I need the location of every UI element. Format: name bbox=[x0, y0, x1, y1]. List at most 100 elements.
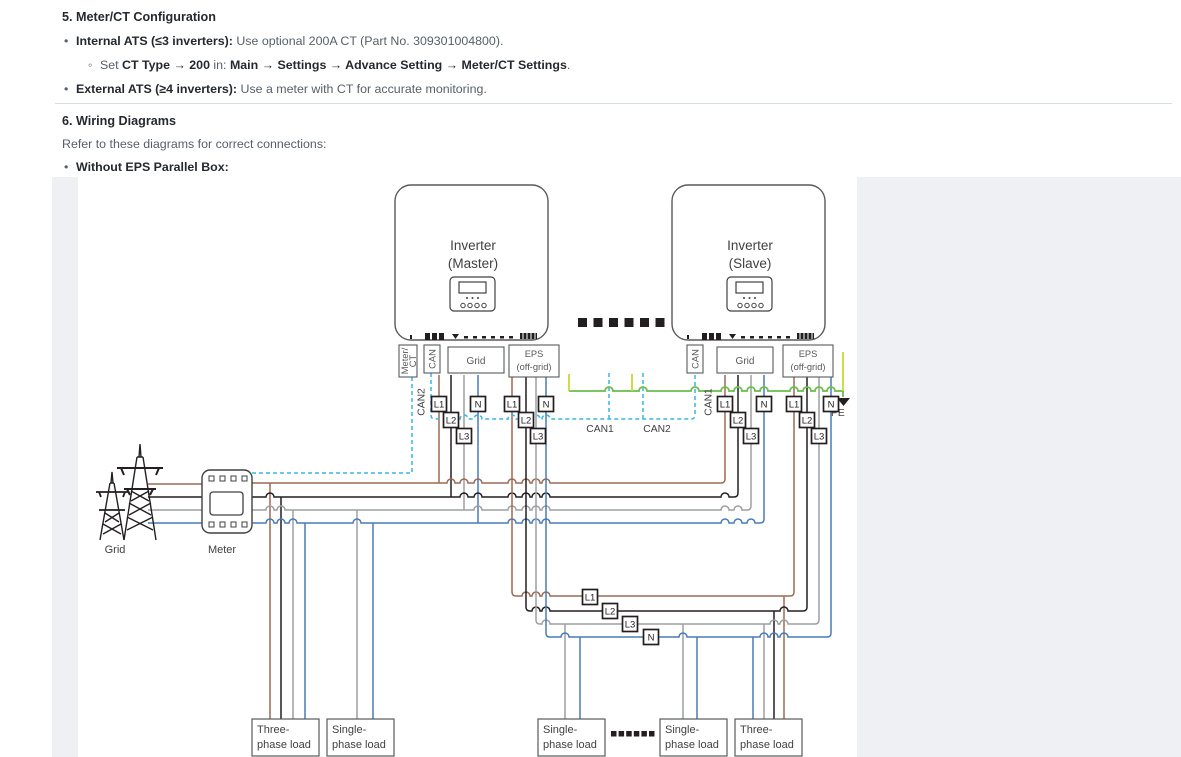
port-eps-slave-label-1: EPS bbox=[799, 349, 818, 359]
port-can-slave-label: CAN bbox=[691, 349, 701, 369]
wire-tag-label-l2: L2 bbox=[446, 416, 457, 427]
inverter-display-icon bbox=[727, 277, 772, 311]
ellipsis-dot bbox=[649, 731, 655, 737]
load-label-line1: Single- bbox=[665, 724, 700, 736]
terminal-mark bbox=[482, 336, 486, 339]
section-6-heading: 6. Wiring Diagrams bbox=[62, 115, 176, 128]
terminal-mark bbox=[425, 333, 430, 340]
wire-tag-label-l2: L2 bbox=[521, 416, 532, 427]
wire-tag-label-n: N bbox=[761, 400, 768, 411]
load-label-line2: phase load bbox=[543, 739, 597, 751]
bullet-icon: • bbox=[64, 35, 76, 47]
wire-tag-label-l3: L3 bbox=[625, 620, 636, 631]
figure-gutter-right bbox=[857, 177, 1181, 757]
load-label-line1: Three- bbox=[257, 724, 290, 736]
terminal-mark bbox=[786, 336, 790, 339]
ellipsis-dot bbox=[578, 318, 587, 327]
port-grid-slave-label: Grid bbox=[736, 356, 755, 367]
wire-tag-label-l1: L1 bbox=[585, 593, 596, 604]
load-label-line2: phase load bbox=[257, 739, 311, 751]
terminal-mark bbox=[509, 336, 513, 339]
wires-layer bbox=[148, 352, 843, 719]
inverter-slave-label-line2: (Slave) bbox=[729, 256, 772, 271]
meter-caption: Meter bbox=[208, 544, 236, 556]
can1-label: CAN1 bbox=[586, 424, 614, 435]
list-item: • Without EPS Parallel Box: bbox=[64, 161, 229, 173]
inverter-master-label-line1: Inverter bbox=[450, 238, 496, 253]
ellipsis-dot bbox=[619, 731, 625, 737]
ellipsis-dot bbox=[625, 318, 634, 327]
wire-tag-label-n: N bbox=[475, 400, 482, 411]
inverter-master-label-line2: (Master) bbox=[448, 256, 498, 271]
inverter-slave-label-line1: Inverter bbox=[727, 238, 773, 253]
sub-list-item: ◦ Set CT Type → 200 in: Main → Settings … bbox=[88, 59, 570, 71]
terminal-mark bbox=[777, 336, 781, 339]
port-can-master-label: CAN bbox=[428, 349, 438, 369]
bullet-icon: • bbox=[64, 161, 76, 173]
can1-vertical-label: CAN1 bbox=[704, 388, 715, 416]
wire-tag-label-l2: L2 bbox=[733, 416, 744, 427]
port-eps-slave-label-2: (off-grid) bbox=[791, 362, 826, 372]
meter-ct-comm-line bbox=[252, 377, 412, 473]
load-label-line1: Three- bbox=[740, 724, 773, 736]
list-item-text: Without EPS Parallel Box: bbox=[76, 161, 229, 173]
terminal-mark bbox=[716, 333, 721, 340]
wiring-diagram: Inverter (Master) Inverter (Slave) Meter… bbox=[78, 177, 857, 757]
meter-icon bbox=[202, 470, 252, 533]
wire-tag-label-l2: L2 bbox=[802, 416, 813, 427]
list-item-text: External ATS (≥4 inverters): Use a meter… bbox=[76, 83, 487, 95]
terminal-mark bbox=[410, 335, 412, 339]
circle-bullet-icon: ◦ bbox=[88, 59, 100, 71]
wire-tag-label-l1: L1 bbox=[507, 400, 518, 411]
wire-tag-label-n: N bbox=[543, 400, 550, 411]
terminal-mark bbox=[491, 336, 495, 339]
list-item: • Internal ATS (≤3 inverters): Use optio… bbox=[64, 35, 503, 47]
section-5-heading: 5. Meter/CT Configuration bbox=[62, 11, 216, 24]
terminal-mark bbox=[768, 336, 772, 339]
ellipsis-dot bbox=[640, 318, 649, 327]
port-boxes-slave: CAN Grid EPS (off-grid) bbox=[687, 345, 833, 377]
wire-tag-label-l3: L3 bbox=[459, 432, 470, 443]
ellipsis-dot bbox=[634, 731, 640, 737]
eps-bus-l3 bbox=[536, 375, 819, 624]
wire-tag-label-l1: L1 bbox=[789, 400, 800, 411]
wire-tag-label-l3: L3 bbox=[533, 432, 544, 443]
ellipsis-dot bbox=[626, 731, 632, 737]
terminal-mark bbox=[702, 333, 707, 340]
wire-tag-label-n: N bbox=[828, 400, 835, 411]
wire-tag-label-l3: L3 bbox=[814, 432, 825, 443]
can2-vertical-label: CAN2 bbox=[417, 388, 428, 416]
load-label-line1: Single- bbox=[543, 724, 578, 736]
terminal-mark bbox=[473, 336, 477, 339]
list-item-text: Set CT Type → 200 in: Main → Settings → … bbox=[100, 59, 570, 71]
terminal-mark bbox=[741, 336, 745, 339]
wire-tags-layer: L1L2L3NL1L2L3NL1L2L3NL1L2L3NL1L2L3N bbox=[432, 397, 839, 645]
ellipsis-dot bbox=[594, 318, 603, 327]
terminal-mark bbox=[687, 335, 689, 339]
terminal-mark bbox=[500, 336, 504, 339]
section-6-intro: Refer to these diagrams for correct conn… bbox=[62, 138, 326, 150]
port-eps-master-label-1: EPS bbox=[525, 349, 544, 359]
terminal-mark bbox=[709, 333, 714, 340]
inverter-display-icon bbox=[450, 277, 495, 311]
wire-tag-label-l2: L2 bbox=[605, 607, 616, 618]
terminal-mark bbox=[439, 333, 444, 340]
wire-tag-label-l3: L3 bbox=[746, 432, 757, 443]
ellipsis-dot bbox=[609, 318, 618, 327]
loads-layer: Three-phase load Single-phase load Single-… bbox=[252, 719, 802, 756]
figure-gutter-left bbox=[52, 177, 78, 757]
list-item: • External ATS (≥4 inverters): Use a met… bbox=[64, 83, 487, 95]
ellipsis-dot bbox=[641, 731, 647, 737]
port-grid-master-label: Grid bbox=[467, 356, 486, 367]
can2-label: CAN2 bbox=[643, 424, 671, 435]
inverter-slave: Inverter (Slave) bbox=[672, 185, 825, 340]
wire-tag-label-l1: L1 bbox=[720, 400, 731, 411]
wire-tag-label-n: N bbox=[648, 633, 655, 644]
list-item-text: Internal ATS (≤3 inverters): Use optiona… bbox=[76, 35, 503, 47]
grid-bus-l2 bbox=[252, 375, 738, 497]
port-meter-ct-label-2: CT bbox=[408, 354, 418, 367]
ellipsis-dot bbox=[611, 731, 617, 737]
terminal-mark bbox=[432, 333, 437, 340]
inverter-master: Inverter (Master) bbox=[395, 185, 548, 340]
grid-bus-l3 bbox=[252, 375, 751, 510]
